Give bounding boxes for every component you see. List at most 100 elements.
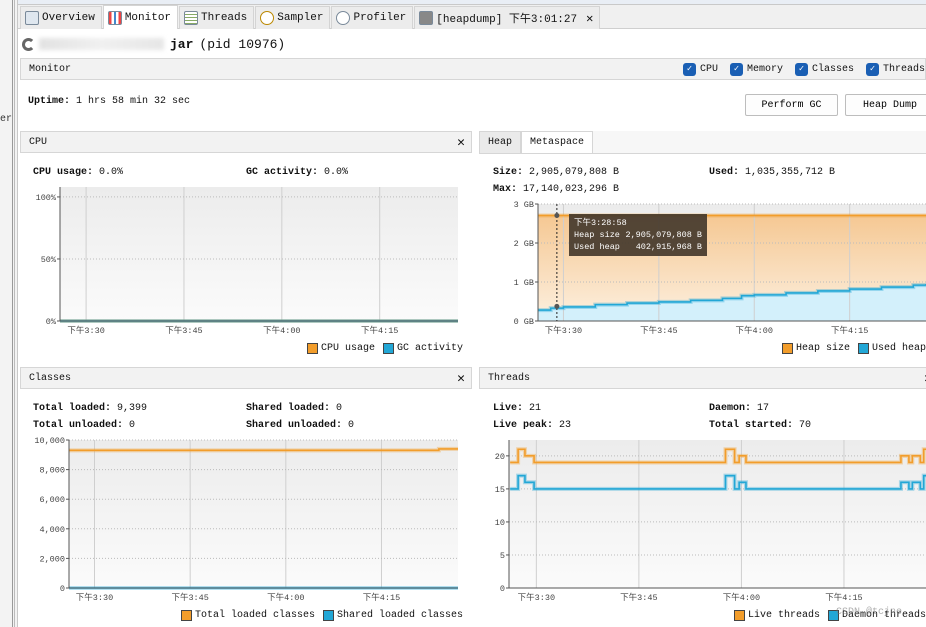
tab-sampler[interactable]: Sampler: [255, 6, 331, 29]
stat-label: Total started:: [709, 420, 794, 431]
stat-label: Used:: [709, 167, 740, 178]
profiler-icon: [336, 11, 351, 25]
tab-heap[interactable]: Heap: [479, 131, 522, 153]
stat-label: Daemon:: [709, 403, 752, 414]
stat-label: GC activity:: [246, 167, 319, 178]
close-icon[interactable]: ✕: [457, 371, 465, 386]
x-tick-label: 下午3:30: [518, 592, 555, 603]
legend-item: Heap size: [782, 343, 850, 354]
redacted-app-name: [39, 38, 164, 50]
cpu-chart: 下午3:30 下午3:45 下午4:00 下午4:15 0% 50% 100%: [36, 187, 458, 336]
series-halo: [69, 446, 458, 453]
tooltip-time: 下午3:28:58: [574, 218, 627, 228]
tooltip-value: 2,905,079,808 B: [625, 230, 702, 240]
legend-label: Used heap: [872, 343, 926, 354]
uptime-value: 1 hrs 58 min 32 sec: [76, 96, 191, 107]
checkbox-cpu[interactable]: ✓ CPU: [682, 62, 718, 76]
live-peak-stat: Live peak: 23: [493, 420, 571, 431]
heap-size-stat: Size: 2,905,079,808 B: [493, 167, 619, 178]
classes-panel-title: Classes: [29, 372, 72, 384]
series-halo: [538, 283, 926, 313]
heap-max-stat: Max: 17,140,023,296 B: [493, 184, 619, 195]
stat-label: Total unloaded:: [33, 420, 124, 431]
legend-item: GC activity: [382, 343, 463, 354]
legend-swatch: [382, 343, 394, 354]
cpu-usage-stat: CPU usage: 0.0%: [33, 167, 123, 178]
tab-profiler[interactable]: Profiler: [331, 6, 414, 29]
tab-threads[interactable]: Threads: [179, 6, 255, 29]
tooltip-value: 402,915,968 B: [635, 242, 702, 252]
tab-metaspace[interactable]: Metaspace: [521, 131, 594, 153]
y-tick-label: 2 GB: [514, 239, 534, 249]
tab-heapdump[interactable]: [heapdump] 下午3:01:27 ✕: [414, 6, 601, 29]
threads-icon: [184, 11, 199, 25]
series-line-total-loaded-classes: [69, 448, 458, 452]
x-tick-label: 下午3:45: [171, 592, 208, 603]
x-tick-label: 下午4:15: [825, 592, 862, 603]
heap-dump-button[interactable]: Heap Dump: [845, 94, 926, 116]
sidebar-fragment-text: er: [0, 114, 13, 125]
legend-label: Shared loaded classes: [336, 610, 463, 621]
stat-label: Shared unloaded:: [246, 420, 343, 431]
series-area-used-heap: [538, 283, 926, 321]
checkbox-threads[interactable]: ✓ Threads: [865, 62, 925, 76]
classes-chart: 下午3:30 下午3:45 下午4:00 下午4:15 0 2,000 4,000 6,000…: [34, 436, 458, 603]
checkbox-classes[interactable]: ✓ Classes: [794, 62, 854, 76]
tab-label: Threads: [201, 12, 248, 24]
stat-value: 0: [336, 403, 343, 414]
y-tick-label: 10,000: [34, 436, 65, 446]
hover-marker-heap-size: [554, 212, 560, 218]
stat-label: Live:: [493, 403, 524, 414]
y-tick-label: 6,000: [39, 495, 65, 505]
sampler-icon: [260, 11, 275, 25]
y-tick-label: 5: [500, 551, 505, 561]
hover-marker-used-heap: [554, 303, 560, 309]
checkbox-label: CPU: [699, 63, 718, 75]
monitor-header: Monitor ✓ CPU ✓ Memory ✓ Classes ✓ Threads: [20, 58, 926, 80]
stat-value: 9,399: [117, 403, 148, 414]
y-tick-label: 50%: [41, 255, 57, 265]
app-pid: (pid 10976): [199, 36, 286, 52]
left-window-edge: [0, 0, 18, 627]
tab-monitor[interactable]: Monitor: [102, 5, 179, 29]
stat-value: 23: [559, 420, 572, 431]
series-halo: [510, 473, 926, 491]
checkbox-memory[interactable]: ✓ Memory: [729, 62, 783, 76]
legend-swatch: [180, 610, 192, 621]
tab-overview[interactable]: Overview: [20, 6, 102, 29]
classes-panel-header: Classes ✕: [20, 367, 472, 389]
stat-value: 0.0%: [324, 167, 349, 178]
threads-panel-header: Threads✕: [479, 367, 926, 389]
x-tick-label: 下午4:00: [723, 592, 760, 603]
checkbox-label: Threads: [882, 63, 925, 75]
legend-label: Heap size: [796, 343, 851, 354]
x-tick-label: 下午4:00: [267, 592, 304, 603]
x-tick-label: 下午3:30: [545, 325, 582, 336]
perform-gc-button[interactable]: Perform GC: [745, 94, 838, 116]
y-tick-label: 3 GB: [514, 200, 534, 210]
close-tab-icon[interactable]: ✕: [586, 11, 593, 26]
y-tick-label: 15: [495, 485, 505, 495]
stat-value: 21: [529, 403, 542, 414]
heap-used-stat: Used: 1,035,355,712 B: [709, 167, 835, 178]
legend-item: Total loaded classes: [180, 610, 315, 621]
close-icon[interactable]: ✕: [457, 135, 465, 150]
stat-label: Live peak:: [493, 420, 554, 431]
legend-label: GC activity: [396, 343, 463, 354]
checkmark-icon: ✓: [865, 62, 879, 76]
heap-tooltip: 下午3:28:58 Heap size 2,905,079,808 B Used …: [569, 214, 707, 256]
tab-label: Monitor: [124, 11, 172, 24]
legend-item: CPU usage: [306, 343, 375, 354]
total-unloaded-stat: Total unloaded: 0: [33, 420, 135, 431]
y-tick-label: 0 GB: [514, 317, 534, 327]
x-tick-label: 下午4:00: [263, 325, 300, 336]
app-name-suffix: jar: [170, 36, 194, 52]
x-tick-label: 下午3:45: [165, 325, 202, 336]
stat-value: 2,905,079,808 B: [529, 167, 620, 178]
stat-label: Total loaded:: [33, 403, 112, 414]
application-title: jar (pid 10976): [22, 35, 285, 53]
cpu-panel-header: CPU ✕: [20, 131, 472, 153]
legend-label: Total loaded classes: [194, 610, 315, 621]
stat-label: Max:: [493, 184, 518, 195]
cpu-legend: CPU usage GC activity: [306, 343, 463, 354]
